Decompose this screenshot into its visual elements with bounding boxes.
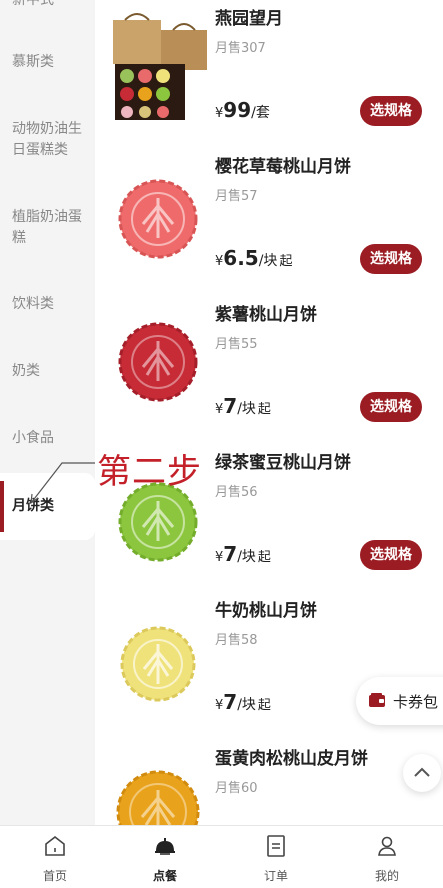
order-list-icon bbox=[267, 835, 285, 857]
coupon-wallet-button[interactable]: 卡券包 bbox=[356, 677, 443, 725]
price-unit: /块 bbox=[237, 697, 256, 713]
product-name: 牛奶桃山月饼 bbox=[215, 601, 317, 621]
category-label: 动物奶油生日蛋糕类 bbox=[12, 121, 82, 158]
price: ¥7/块起 bbox=[215, 542, 271, 566]
select-spec-button[interactable]: 选规格 bbox=[360, 96, 422, 126]
category-sidebar: 新中式 慕斯类 动物奶油生日蛋糕类 植脂奶油蛋糕 饮料类 奶类 小食品 月饼类 bbox=[0, 0, 95, 825]
tab-order-food[interactable]: 点餐 bbox=[110, 826, 220, 888]
tab-home[interactable]: 首页 bbox=[0, 826, 110, 888]
price-value: 6.5 bbox=[223, 246, 259, 270]
monthly-sales: 月售58 bbox=[215, 633, 258, 648]
category-label: 月饼类 bbox=[12, 498, 54, 514]
monthly-sales: 月售57 bbox=[215, 189, 258, 204]
price-from-suffix: 起 bbox=[257, 402, 271, 417]
product-card[interactable]: 樱花草莓桃山月饼 月售57 ¥6.5/块起 选规格 bbox=[95, 148, 443, 296]
select-spec-button[interactable]: 选规格 bbox=[360, 244, 422, 274]
scroll-to-top-button[interactable] bbox=[403, 754, 441, 792]
price-value: 99 bbox=[223, 98, 252, 122]
category-label: 饮料类 bbox=[12, 296, 54, 312]
mooncake-shape bbox=[120, 626, 196, 702]
price: ¥6.5/块起 bbox=[215, 246, 292, 270]
category-item-drinks[interactable]: 饮料类 bbox=[0, 294, 95, 315]
category-item-mousse[interactable]: 慕斯类 bbox=[0, 52, 95, 73]
bottom-tab-bar: 首页 点餐 订单 我的 bbox=[0, 825, 443, 888]
category-label: 小食品 bbox=[12, 430, 54, 446]
product-name: 燕园望月 bbox=[215, 9, 283, 29]
price-value: 7 bbox=[223, 394, 238, 418]
product-image bbox=[118, 179, 198, 259]
product-image bbox=[118, 322, 198, 402]
category-label: 新中式 bbox=[12, 0, 54, 8]
category-item-vegetable-cream-cake[interactable]: 植脂奶油蛋糕 bbox=[0, 207, 95, 249]
price-unit: /块 bbox=[258, 253, 278, 269]
product-image bbox=[105, 6, 211, 124]
price: ¥7/块起 bbox=[215, 394, 271, 418]
mooncake-shape bbox=[118, 179, 198, 259]
step-annotation: 第二步 bbox=[97, 452, 202, 492]
tab-profile[interactable]: 我的 bbox=[332, 826, 442, 888]
select-spec-button[interactable]: 选规格 bbox=[360, 392, 422, 422]
product-card[interactable]: 紫薯桃山月饼 月售55 ¥7/块起 选规格 bbox=[95, 296, 443, 444]
home-icon bbox=[45, 835, 65, 856]
active-indicator bbox=[0, 481, 4, 532]
tab-label: 我的 bbox=[374, 869, 399, 883]
mooncake-shape bbox=[118, 482, 198, 562]
product-name: 紫薯桃山月饼 bbox=[215, 305, 317, 325]
category-item-milk[interactable]: 奶类 bbox=[0, 361, 95, 382]
product-card[interactable]: 燕园望月 月售307 ¥99/套 选规格 bbox=[95, 0, 443, 148]
price-unit: /块 bbox=[237, 401, 256, 417]
wallet-icon bbox=[369, 693, 385, 707]
monthly-sales: 月售307 bbox=[215, 41, 266, 56]
price-from-suffix: 起 bbox=[257, 550, 271, 565]
select-spec-button[interactable]: 选规格 bbox=[360, 540, 422, 570]
product-name: 樱花草莓桃山月饼 bbox=[215, 157, 351, 177]
app: 新中式 慕斯类 动物奶油生日蛋糕类 植脂奶油蛋糕 饮料类 奶类 小食品 月饼类 bbox=[0, 0, 443, 888]
product-name: 蛋黄肉松桃山皮月饼 bbox=[215, 749, 368, 769]
price-value: 7 bbox=[223, 542, 238, 566]
price: ¥7/块起 bbox=[215, 690, 271, 714]
price-from-suffix: 起 bbox=[279, 254, 293, 269]
category-item-mooncake[interactable]: 月饼类 bbox=[0, 473, 95, 540]
category-label: 慕斯类 bbox=[12, 54, 54, 70]
product-image bbox=[116, 770, 200, 825]
tab-label: 首页 bbox=[42, 869, 67, 883]
tab-label: 点餐 bbox=[152, 869, 177, 883]
tab-label: 订单 bbox=[263, 869, 288, 883]
product-image bbox=[120, 626, 196, 702]
price-from-suffix: 起 bbox=[257, 698, 271, 713]
product-card[interactable]: 蛋黄肉松桃山皮月饼 月售60 bbox=[95, 740, 443, 825]
monthly-sales: 月售55 bbox=[215, 337, 258, 352]
category-item-new-chinese[interactable]: 新中式 bbox=[0, 0, 95, 11]
price-unit: /块 bbox=[237, 549, 256, 565]
category-item-snacks[interactable]: 小食品 bbox=[0, 428, 95, 449]
category-item-cream-cake[interactable]: 动物奶油生日蛋糕类 bbox=[0, 119, 95, 161]
chevron-up-icon bbox=[414, 767, 430, 777]
product-name: 绿茶蜜豆桃山月饼 bbox=[215, 453, 351, 473]
price-unit: /套 bbox=[251, 105, 270, 121]
profile-icon bbox=[378, 836, 396, 856]
price-value: 7 bbox=[223, 690, 238, 714]
tab-orders[interactable]: 订单 bbox=[221, 826, 331, 888]
mooncake-shape bbox=[116, 770, 200, 825]
coupon-label: 卡券包 bbox=[393, 693, 439, 711]
category-label: 奶类 bbox=[12, 363, 40, 379]
mooncake-shape bbox=[118, 322, 198, 402]
monthly-sales: 月售60 bbox=[215, 781, 258, 796]
price: ¥99/套 bbox=[215, 98, 270, 122]
cloche-icon bbox=[155, 838, 175, 855]
monthly-sales: 月售56 bbox=[215, 485, 258, 500]
category-label: 植脂奶油蛋糕 bbox=[12, 209, 82, 246]
